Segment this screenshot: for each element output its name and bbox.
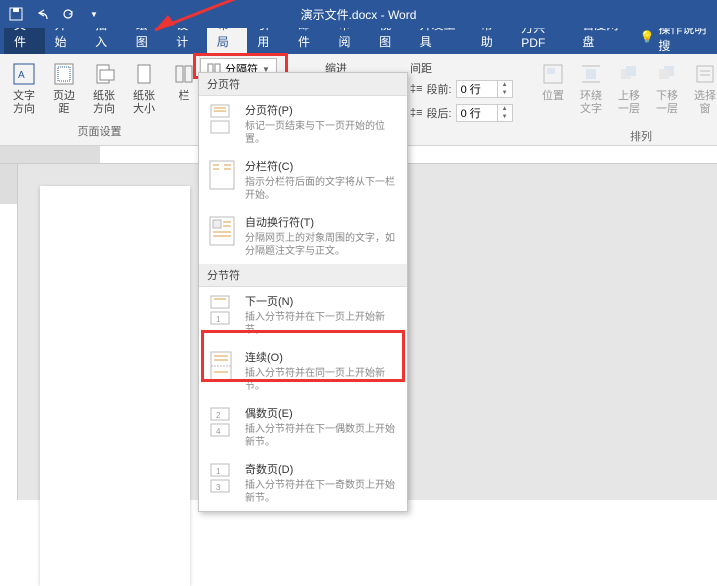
selection-icon [691,60,717,88]
spacing-after-row: ‡≡ 段后: ▲▼ [410,102,513,124]
position-icon [539,60,567,88]
spin-up-icon[interactable]: ▲ [498,81,512,89]
text-direction-button[interactable]: A 文字方向 [6,58,42,118]
next-page-icon: 1 [207,293,237,327]
menu-item-text-wrapping[interactable]: 自动换行符(T) 分隔网页上的对象周围的文字，如分隔题注文字与正文。 [199,208,407,264]
columns-icon [170,60,198,88]
orientation-button[interactable]: 纸张方向 [86,58,122,118]
redo-icon[interactable] [60,6,76,22]
save-icon[interactable] [8,6,24,22]
qat-dropdown-icon[interactable]: ▼ [86,6,102,22]
wrap-text-button[interactable]: 环绕文字 [573,58,609,118]
page-break-icon [207,102,237,136]
bring-forward-button[interactable]: 上移一层 [611,58,647,118]
title-bar: ▼ 演示文件.docx - Word [0,0,717,28]
spacing-before-icon: ‡≡ [410,83,423,95]
even-page-icon: 24 [207,405,237,439]
menu-item-odd-page[interactable]: 13 奇数页(D) 插入分节符并在下一奇数页上开始新节。 [199,455,407,511]
spin-down-icon[interactable]: ▼ [498,113,512,121]
dropdown-section-page-breaks: 分页符 [199,73,407,96]
size-button[interactable]: 纸张大小 [126,58,162,118]
svg-text:2: 2 [216,411,221,420]
spacing-before-input[interactable]: ▲▼ [456,80,513,98]
spacing-after-icon: ‡≡ [410,107,423,119]
margins-icon [50,60,78,88]
group-page-setup: A 文字方向 页边距 纸张方向 纸张大小 栏 页面设置 [0,54,200,145]
text-wrap-icon [207,214,237,248]
lightbulb-icon: 💡 [639,30,654,44]
svg-text:1: 1 [216,467,221,476]
window-title: 演示文件.docx - Word [301,6,417,23]
quick-access-toolbar: ▼ [8,6,102,22]
spacing-after-input[interactable]: ▲▼ [456,104,513,122]
odd-page-icon: 13 [207,461,237,495]
dropdown-section-section-breaks: 分节符 [199,264,407,287]
spin-down-icon[interactable]: ▼ [498,89,512,97]
group-label-arrange: 排列 [630,128,652,144]
undo-icon[interactable] [34,6,50,22]
spacing-label: 间距 [410,60,513,76]
spin-up-icon[interactable]: ▲ [498,105,512,113]
menu-item-continuous[interactable]: 连续(O) 插入分节符并在同一页上开始新节。 [199,343,407,399]
ribbon-tabs: 文件 开始 插入 绘图 设计 布局 引用 邮件 审阅 视图 开发工具 帮助 万兴… [0,28,717,54]
backward-icon [653,60,681,88]
vertical-ruler[interactable] [0,164,18,500]
group-label-page-setup: 页面设置 [6,121,193,141]
wrap-icon [577,60,605,88]
selection-pane-button[interactable]: 选择窗 [687,58,717,118]
columns-button[interactable]: 栏 [166,58,202,105]
continuous-icon [207,349,237,383]
menu-item-even-page[interactable]: 24 偶数页(E) 插入分节符并在下一偶数页上开始新节。 [199,399,407,455]
svg-text:A: A [18,70,25,81]
svg-text:4: 4 [216,427,221,436]
document-page[interactable] [40,186,190,586]
spacing-before-row: ‡≡ 段前: ▲▼ [410,78,513,100]
column-break-icon [207,158,237,192]
size-icon [130,60,158,88]
menu-item-page-break[interactable]: 分页符(P) 标记一页结束与下一页开始的位置。 [199,96,407,152]
svg-text:1: 1 [216,315,221,324]
text-direction-icon: A [10,60,38,88]
margins-button[interactable]: 页边距 [46,58,82,118]
position-button[interactable]: 位置 [535,58,571,118]
breaks-dropdown: 分页符 分页符(P) 标记一页结束与下一页开始的位置。 分栏符(C) 指示分栏符… [198,72,408,512]
orientation-icon [90,60,118,88]
send-backward-button[interactable]: 下移一层 [649,58,685,118]
svg-text:3: 3 [216,483,221,492]
menu-item-column-break[interactable]: 分栏符(C) 指示分栏符后面的文字将从下一栏开始。 [199,152,407,208]
menu-item-next-page[interactable]: 1 下一页(N) 插入分节符并在下一页上开始新节。 [199,287,407,343]
forward-icon [615,60,643,88]
